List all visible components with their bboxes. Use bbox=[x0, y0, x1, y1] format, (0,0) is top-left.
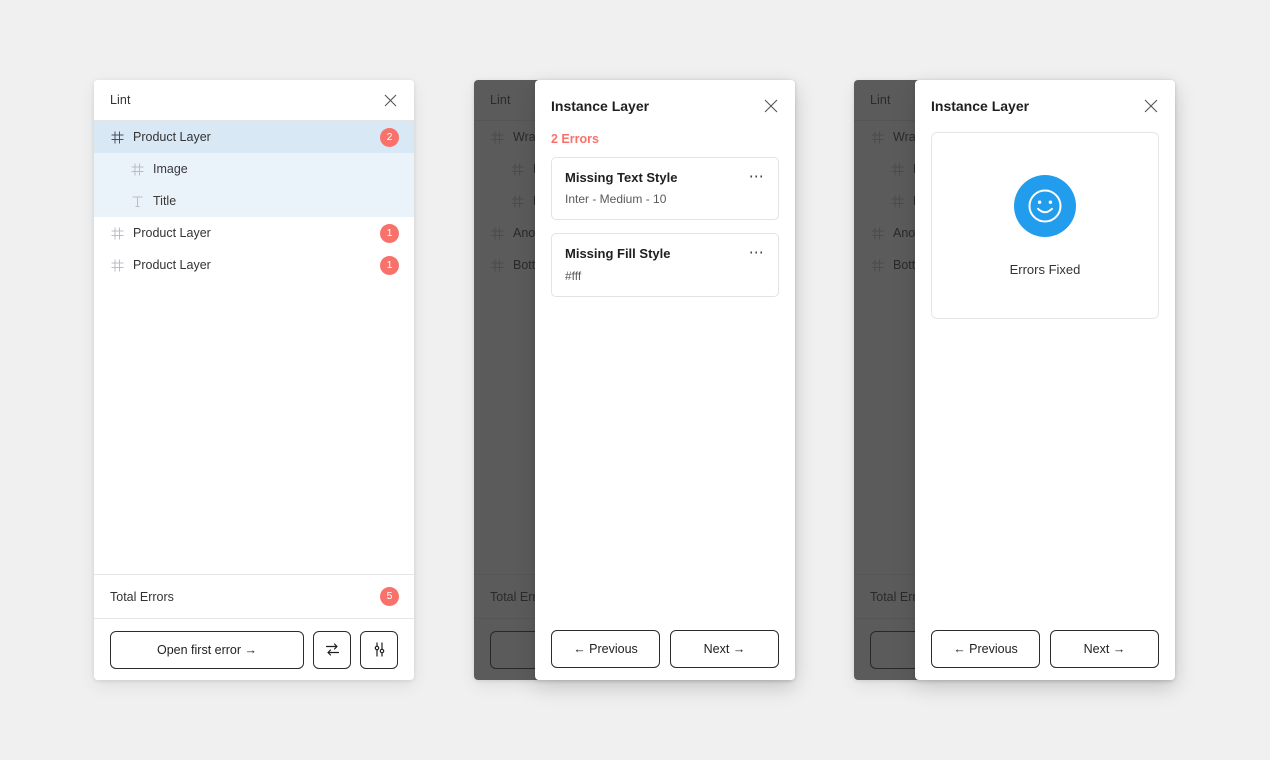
layer-label: Product Layer bbox=[133, 258, 211, 272]
error-detail: #fff bbox=[565, 268, 582, 283]
error-card[interactable]: Missing Text Style ⋯ Inter - Medium - 10 bbox=[551, 157, 779, 221]
frame-icon bbox=[490, 130, 504, 144]
layer-list: Product Layer 2 Image Title Product Laye… bbox=[94, 121, 414, 574]
layer-row[interactable]: Product Layer 2 bbox=[94, 121, 414, 153]
sliders-icon bbox=[371, 641, 388, 658]
close-icon[interactable] bbox=[1142, 97, 1160, 115]
modal-footer: ← Previous Next → bbox=[535, 618, 795, 680]
frame-icon bbox=[890, 162, 904, 176]
error-badge: 2 bbox=[380, 127, 399, 147]
frame-icon bbox=[870, 258, 884, 272]
modal-footer: ← Previous Next → bbox=[915, 618, 1175, 680]
frame-icon bbox=[510, 194, 524, 208]
layer-label: Title bbox=[153, 194, 177, 208]
lint-footer-toolbar: Open first error → bbox=[94, 618, 414, 680]
frame-icon bbox=[110, 226, 124, 240]
error-badge: 1 bbox=[380, 223, 399, 243]
error-count-label: 2 Errors bbox=[551, 132, 599, 146]
close-icon[interactable] bbox=[381, 91, 399, 109]
errors-fixed-label: Errors Fixed bbox=[1009, 261, 1081, 277]
lint-panel: Lint Product Layer 2 Image Title Product… bbox=[94, 80, 414, 680]
layer-row[interactable]: Product Layer 1 bbox=[94, 249, 414, 281]
smiley-face-icon bbox=[1014, 174, 1076, 237]
layer-label: Image bbox=[153, 162, 188, 176]
page-title: Lint bbox=[110, 93, 131, 107]
layer-row[interactable]: Title bbox=[94, 185, 414, 217]
ellipsis-icon[interactable]: ⋯ bbox=[741, 245, 765, 260]
ellipsis-icon[interactable]: ⋯ bbox=[741, 169, 765, 184]
next-button[interactable]: Next → bbox=[670, 630, 779, 668]
total-errors-badge: 5 bbox=[380, 587, 399, 606]
error-badge: 1 bbox=[380, 255, 399, 275]
error-card-header: Missing Fill Style ⋯ bbox=[565, 245, 765, 262]
swap-arrows-button[interactable] bbox=[313, 630, 351, 669]
frame-icon bbox=[130, 162, 144, 176]
lint-panel-header: Lint bbox=[94, 80, 414, 121]
close-icon[interactable] bbox=[762, 97, 780, 115]
frame-icon bbox=[870, 226, 884, 240]
frame-icon bbox=[890, 194, 904, 208]
text-icon bbox=[130, 194, 144, 208]
settings-button[interactable] bbox=[360, 630, 398, 669]
modal-body: 2 Errors Missing Text Style ⋯ Inter - Me… bbox=[535, 132, 795, 618]
instance-layer-errors-modal: Instance Layer 2 Errors Missing Text Sty… bbox=[535, 80, 795, 680]
error-detail: Inter - Medium - 10 bbox=[565, 192, 667, 207]
frame-icon bbox=[110, 258, 124, 272]
total-errors-label: Total Errors bbox=[110, 589, 174, 604]
previous-button[interactable]: ← Previous bbox=[931, 630, 1040, 668]
open-first-error-button[interactable]: Open first error → bbox=[110, 630, 304, 669]
layer-row[interactable]: Image bbox=[94, 153, 414, 185]
next-button[interactable]: Next → bbox=[1050, 630, 1159, 668]
modal-header: Instance Layer bbox=[535, 80, 795, 132]
frame-icon bbox=[510, 162, 524, 176]
page-title: Lint bbox=[870, 93, 891, 107]
total-errors-row: Total Errors 5 bbox=[94, 574, 414, 618]
frame-icon bbox=[490, 226, 504, 240]
swap-arrows-icon bbox=[324, 641, 341, 658]
frame-icon bbox=[870, 130, 884, 144]
instance-layer-fixed-modal: Instance Layer Errors Fixed ← Previous N… bbox=[915, 80, 1175, 680]
previous-button[interactable]: ← Previous bbox=[551, 630, 660, 668]
error-name: Missing Text Style bbox=[565, 170, 678, 185]
modal-body: Errors Fixed bbox=[915, 132, 1175, 618]
modal-title: Instance Layer bbox=[931, 98, 1030, 114]
frame-icon bbox=[110, 130, 124, 144]
modal-title: Instance Layer bbox=[551, 98, 650, 114]
layer-row[interactable]: Product Layer 1 bbox=[94, 217, 414, 249]
screen-root: Lint Product Layer 2 Image Title Product… bbox=[0, 0, 1270, 760]
modal-header: Instance Layer bbox=[915, 80, 1175, 132]
layer-label: Product Layer bbox=[133, 226, 211, 240]
layer-label: Product Layer bbox=[133, 130, 211, 144]
page-title: Lint bbox=[490, 93, 511, 107]
error-card-header: Missing Text Style ⋯ bbox=[565, 169, 765, 186]
error-card[interactable]: Missing Fill Style ⋯ #fff bbox=[551, 233, 779, 297]
errors-fixed-card: Errors Fixed bbox=[931, 132, 1159, 319]
frame-icon bbox=[490, 258, 504, 272]
error-name: Missing Fill Style bbox=[565, 246, 671, 262]
